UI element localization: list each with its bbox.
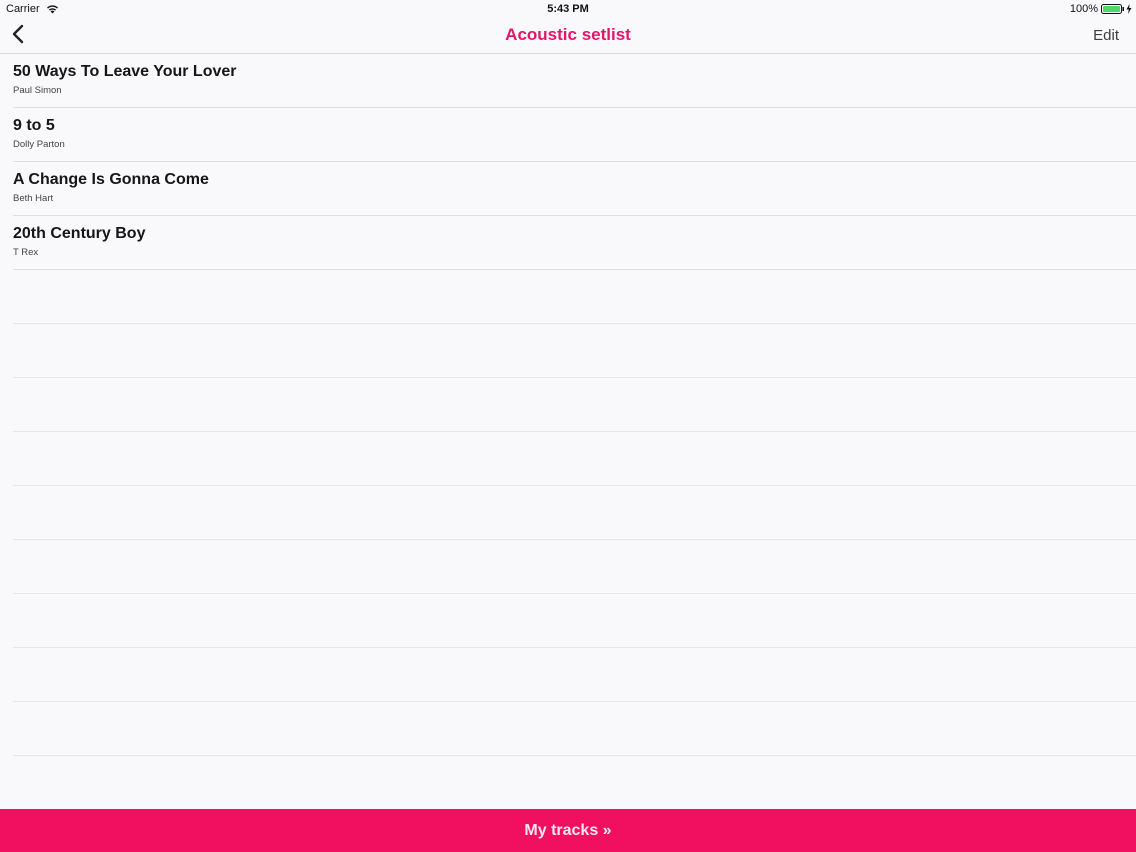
empty-row — [13, 270, 1136, 324]
track-row[interactable]: 20th Century Boy T Rex — [13, 216, 1136, 270]
track-title: A Change Is Gonna Come — [13, 171, 209, 188]
battery-percent: 100% — [1069, 3, 1098, 15]
charging-bolt-icon — [1126, 4, 1132, 14]
screen: Carrier 5:43 PM 100% Acoustic setlist Ed… — [0, 0, 1136, 852]
track-title: 9 to 5 — [13, 117, 55, 134]
empty-row — [13, 486, 1136, 540]
empty-row — [13, 432, 1136, 486]
track-row[interactable]: 50 Ways To Leave Your Lover Paul Simon — [13, 54, 1136, 108]
battery-icon — [1101, 4, 1125, 14]
my-tracks-button[interactable]: My tracks » — [0, 809, 1136, 852]
empty-row — [13, 594, 1136, 648]
track-row[interactable]: 9 to 5 Dolly Parton — [13, 108, 1136, 162]
page-title: Acoustic setlist — [505, 25, 631, 44]
empty-row — [13, 324, 1136, 378]
track-list: 50 Ways To Leave Your Lover Paul Simon 9… — [0, 54, 1136, 809]
track-row[interactable]: A Change Is Gonna Come Beth Hart — [13, 162, 1136, 216]
track-artist: Beth Hart — [13, 193, 54, 204]
track-artist: Dolly Parton — [13, 139, 65, 150]
empty-row — [13, 378, 1136, 432]
empty-row — [13, 540, 1136, 594]
track-title: 20th Century Boy — [13, 225, 146, 242]
empty-row — [13, 702, 1136, 756]
track-artist: Paul Simon — [13, 85, 62, 96]
status-bar: Carrier 5:43 PM 100% — [0, 0, 1136, 18]
edit-button[interactable]: Edit — [1093, 27, 1119, 44]
track-artist: T Rex — [13, 247, 39, 258]
status-time: 5:43 PM — [547, 3, 589, 15]
empty-row — [13, 648, 1136, 702]
navigation-bar: Acoustic setlist Edit — [0, 18, 1136, 54]
track-title: 50 Ways To Leave Your Lover — [13, 63, 237, 80]
status-battery-group: 100% — [1070, 3, 1132, 15]
